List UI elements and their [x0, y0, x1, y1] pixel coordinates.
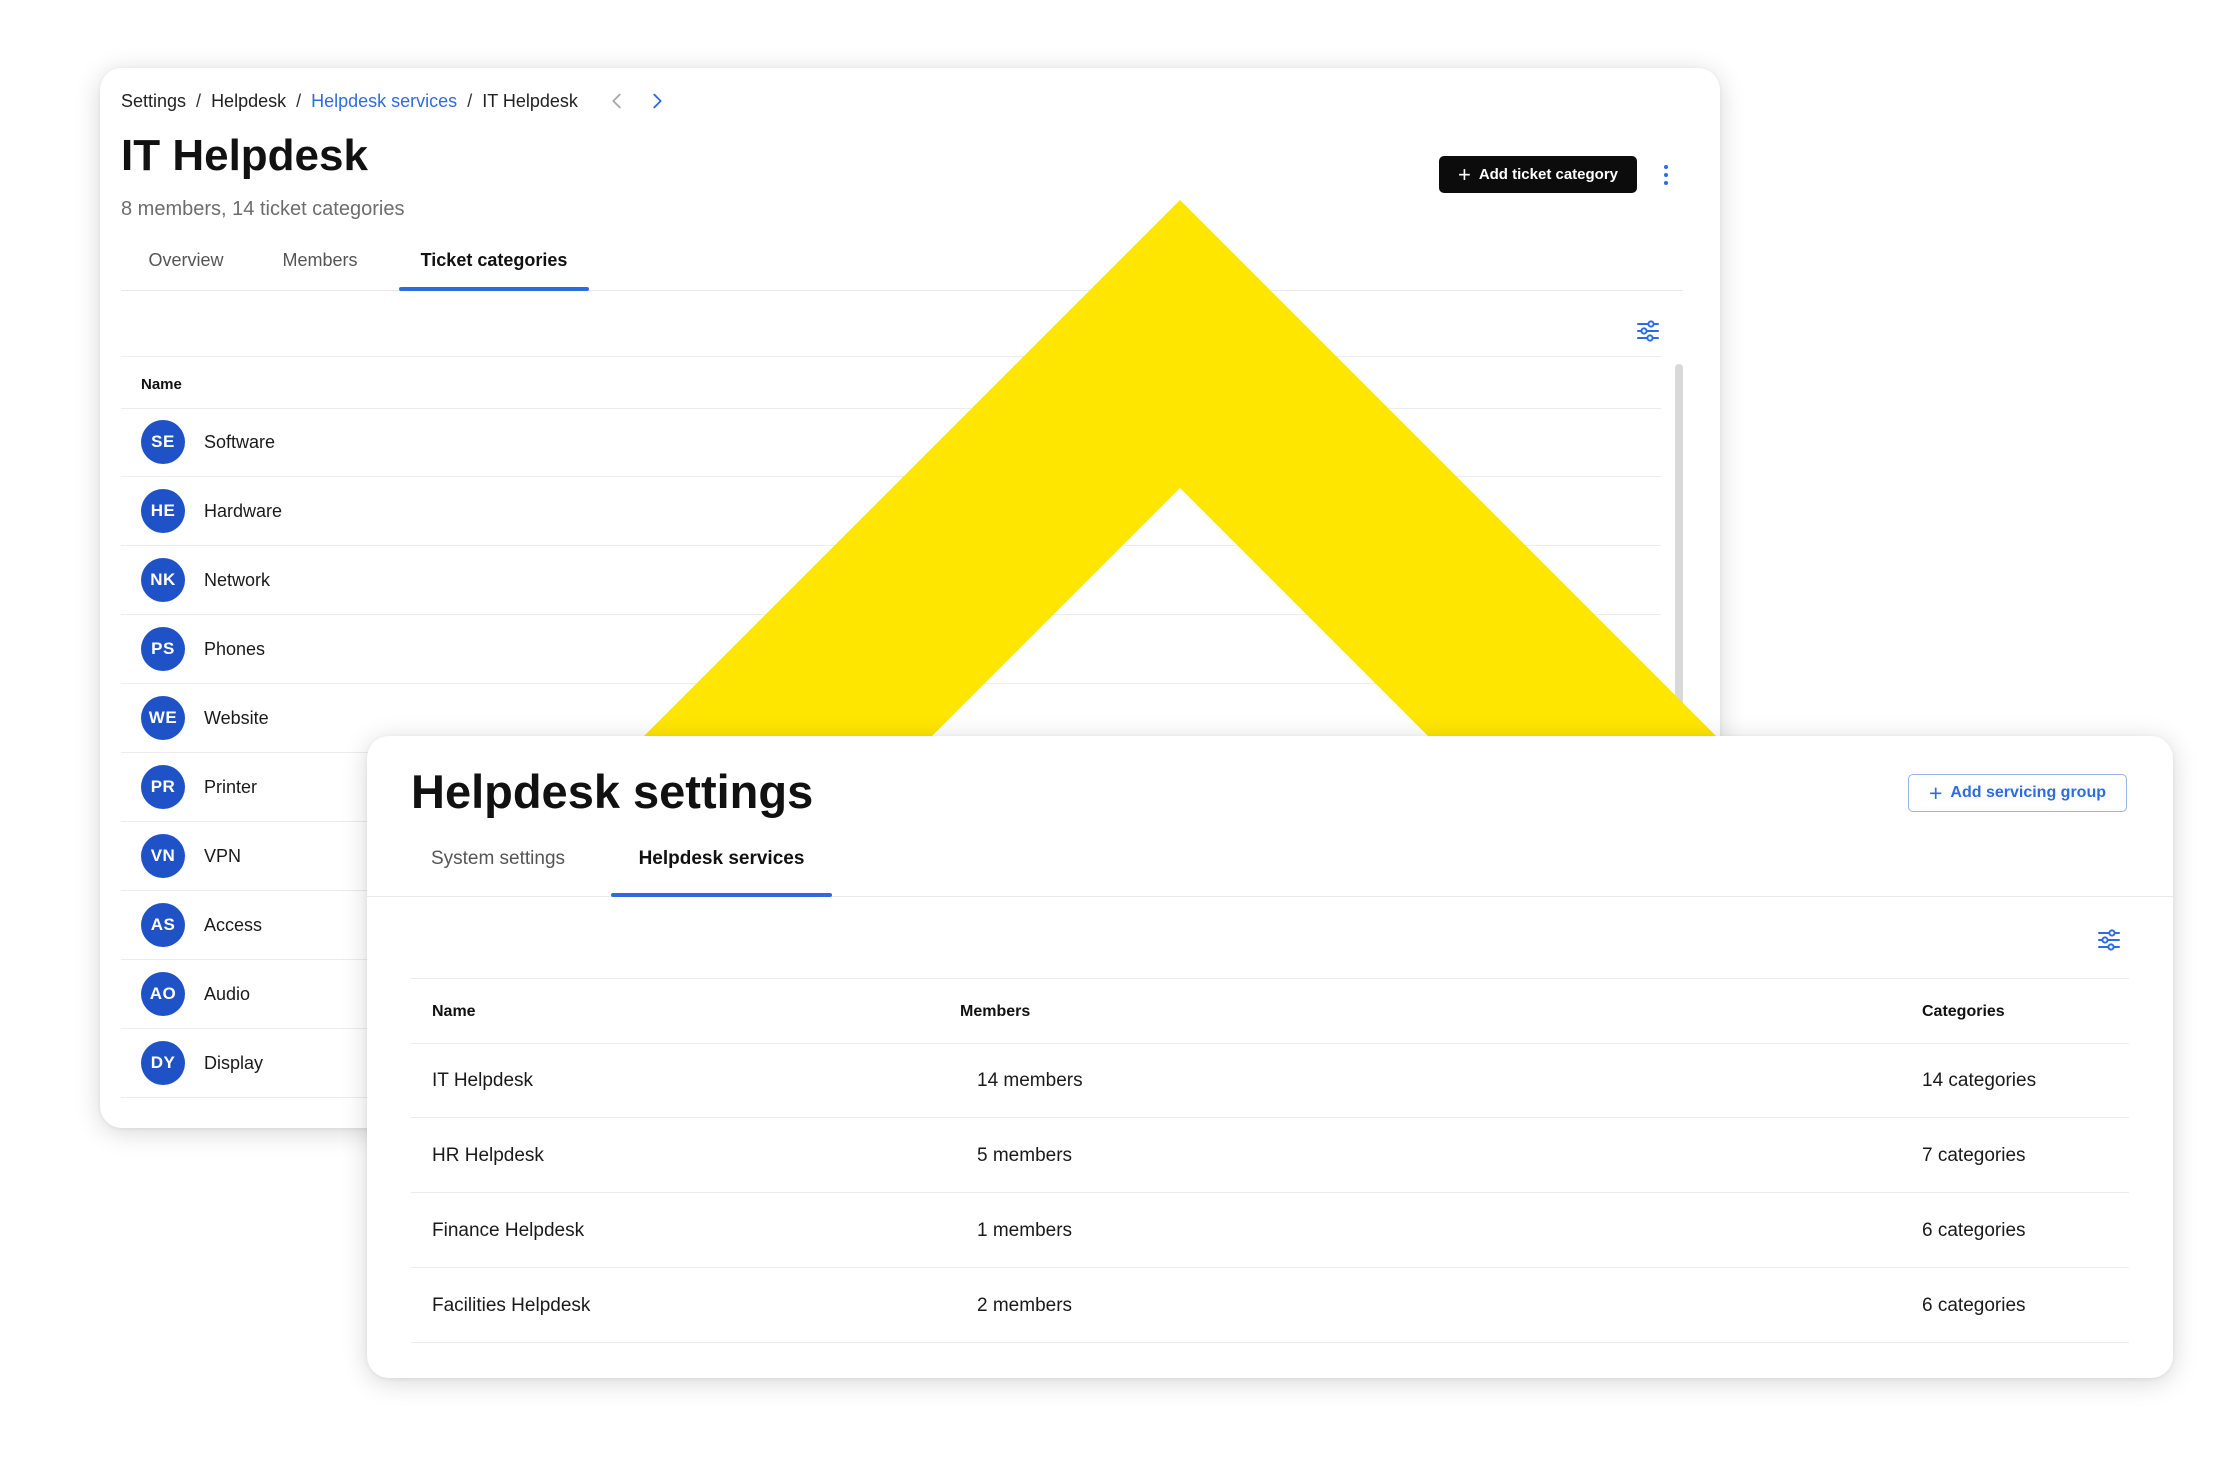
plus-icon: +	[1928, 779, 1943, 806]
avatar: NK	[141, 558, 185, 602]
table-row[interactable]: PS Phones	[121, 615, 1661, 684]
avatar: SE	[141, 420, 185, 464]
categories-count: 7 categories	[1922, 1145, 2026, 1166]
table-row[interactable]: Finance Helpdesk 1 members 6 categories	[411, 1193, 2129, 1268]
members-count: 14 members	[977, 1070, 1083, 1091]
breadcrumb-item-settings[interactable]: Settings	[121, 91, 186, 112]
avatar: PS	[141, 627, 185, 671]
breadcrumb-separator: /	[467, 90, 473, 111]
category-name: Network	[204, 569, 271, 590]
category-name: Audio	[204, 983, 251, 1004]
tab-members[interactable]: Members	[251, 242, 389, 290]
add-servicing-group-button[interactable]: + Add servicing group	[1908, 774, 2127, 812]
column-header-name[interactable]: Name	[432, 1003, 476, 1021]
history-nav	[606, 90, 668, 112]
add-ticket-category-label: Add ticket category	[1478, 166, 1619, 183]
chevron-left-icon[interactable]	[606, 90, 628, 112]
add-ticket-category-button[interactable]: + Add ticket category	[1439, 156, 1637, 193]
column-header-categories[interactable]: Categories	[1922, 1003, 2005, 1021]
chevron-right-icon[interactable]	[646, 90, 668, 112]
category-name: VPN	[204, 845, 242, 866]
table-row[interactable]: HE Hardware	[121, 477, 1661, 546]
scrollbar[interactable]	[1675, 364, 1683, 724]
plus-icon: +	[1457, 161, 1471, 187]
page-title: IT Helpdesk	[121, 131, 368, 180]
table-row[interactable]: Facilities Helpdesk 2 members 6 categori…	[411, 1268, 2129, 1343]
tab-helpdesk-services[interactable]: Helpdesk services	[611, 838, 832, 897]
avatar: VN	[141, 834, 185, 878]
breadcrumb-item-helpdesk-services[interactable]: Helpdesk services	[311, 91, 457, 112]
table-header: Name Members Categories	[411, 979, 2129, 1044]
table-row[interactable]: IT Helpdesk 14 members 14 categories	[411, 1043, 2129, 1118]
members-count: 2 members	[977, 1295, 1073, 1316]
category-name: Access	[204, 914, 263, 935]
page-title: Helpdesk settings	[411, 765, 814, 818]
column-header-name[interactable]: Name	[141, 376, 182, 393]
breadcrumb-separator: /	[196, 90, 202, 111]
helpdesk-settings-panel: Helpdesk settings + Add servicing group …	[367, 736, 2173, 1378]
table-row[interactable]: NK Network	[121, 546, 1661, 615]
avatar: DY	[141, 1041, 185, 1085]
more-vertical-icon[interactable]	[1656, 160, 1676, 190]
categories-count: 6 categories	[1922, 1220, 2026, 1241]
service-name: Finance Helpdesk	[432, 1220, 585, 1241]
helpdesk-services-list: IT Helpdesk 14 members 14 categories HR …	[411, 1043, 2129, 1343]
breadcrumb-item-it-helpdesk: IT Helpdesk	[482, 90, 578, 111]
category-name: Display	[204, 1052, 264, 1073]
add-servicing-group-label: Add servicing group	[1950, 784, 2106, 801]
categories-count: 6 categories	[1922, 1295, 2026, 1316]
category-name: Phones	[204, 638, 266, 659]
filter-sliders-icon[interactable]	[1635, 318, 1661, 344]
tab-system-settings[interactable]: System settings	[411, 838, 585, 896]
service-name: IT Helpdesk	[432, 1070, 534, 1091]
filter-sliders-icon[interactable]	[2096, 927, 2122, 953]
table-header: Name	[121, 358, 1661, 409]
tab-overview[interactable]: Overview	[121, 242, 251, 290]
table-row[interactable]: HR Helpdesk 5 members 7 categories	[411, 1118, 2129, 1193]
avatar: AS	[141, 903, 185, 947]
avatar: PR	[141, 765, 185, 809]
breadcrumb-item-helpdesk[interactable]: Helpdesk	[211, 91, 286, 112]
tab-ticket-categories[interactable]: Ticket categories	[399, 242, 589, 291]
page-subtitle: 8 members, 14 ticket categories	[121, 198, 405, 220]
column-header-members[interactable]: Members	[960, 1003, 1030, 1021]
category-name: Website	[204, 707, 269, 728]
tab-bar: Overview Members Ticket categories	[121, 242, 1683, 291]
service-name: HR Helpdesk	[432, 1145, 544, 1166]
members-count: 1 members	[977, 1220, 1073, 1241]
table-row[interactable]: SE Software	[121, 408, 1661, 477]
breadcrumb-separator: /	[296, 90, 302, 111]
category-name: Hardware	[204, 500, 283, 521]
breadcrumb: Settings / Helpdesk / Helpdesk services …	[121, 88, 668, 114]
category-name: Software	[204, 431, 276, 452]
avatar: HE	[141, 489, 185, 533]
tab-bar: System settings Helpdesk services	[367, 838, 2173, 897]
table-divider	[121, 356, 1661, 357]
category-name: Printer	[204, 776, 258, 797]
categories-count: 14 categories	[1922, 1070, 2037, 1091]
avatar: AO	[141, 972, 185, 1016]
members-count: 5 members	[977, 1145, 1073, 1166]
service-name: Facilities Helpdesk	[432, 1295, 591, 1316]
avatar: WE	[141, 696, 185, 740]
